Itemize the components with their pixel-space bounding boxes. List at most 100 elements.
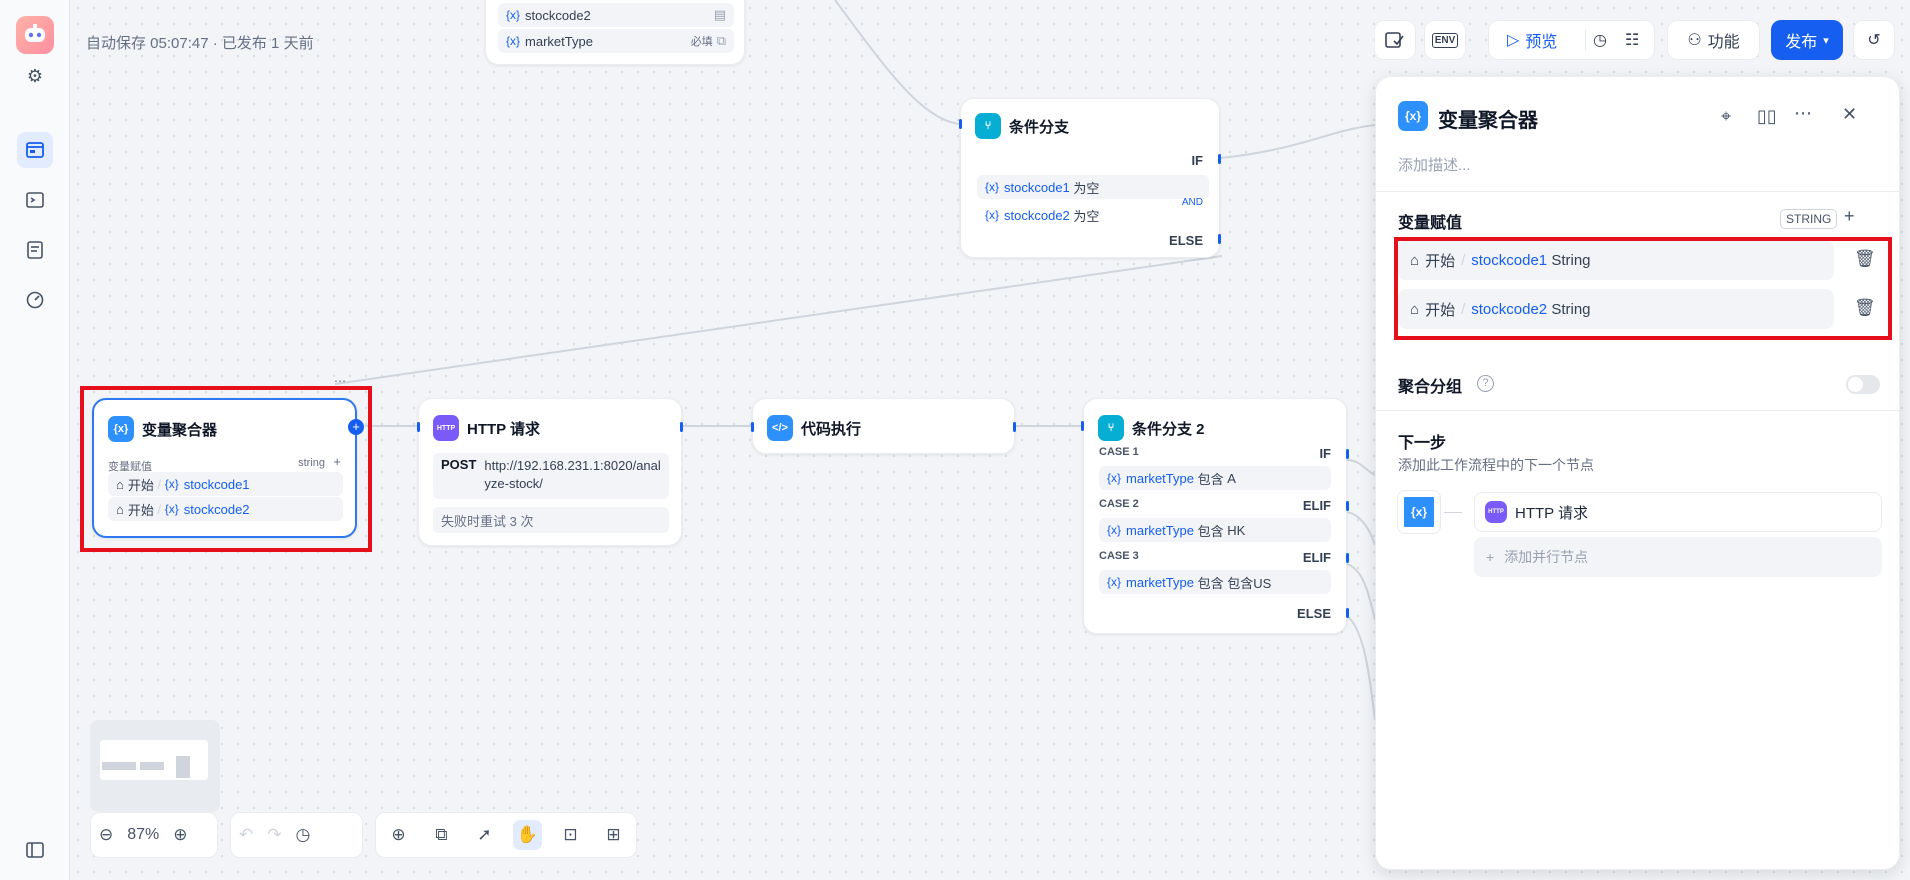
- start-var-row: {x} marketType 必填 ⧉: [498, 29, 734, 53]
- case-port[interactable]: [1346, 501, 1349, 511]
- cond-value: A: [1227, 470, 1236, 486]
- autosave-status: 自动保存 05:07:47 · 已发布 1 天前: [86, 35, 314, 52]
- if-port[interactable]: [1218, 154, 1221, 164]
- help-icon[interactable]: ?: [1477, 375, 1494, 392]
- organize-icon[interactable]: ⊞: [599, 820, 628, 850]
- publish-label: 发布: [1785, 34, 1818, 51]
- checklist-button[interactable]: [1374, 20, 1416, 60]
- zoom-in-icon[interactable]: ⊕: [173, 825, 187, 845]
- chevron-down-icon: ▾: [1823, 34, 1829, 47]
- input-port[interactable]: [1081, 421, 1084, 431]
- variable-icon: {x}: [1107, 523, 1122, 537]
- next-node-item[interactable]: HTTP HTTP 请求: [1474, 492, 1882, 532]
- else-label: ELSE: [1297, 606, 1331, 621]
- condition-cases: CASE 1 IF {x} marketType 包含 A CASE 2 ELIF {x} m…: [1081, 398, 1349, 634]
- variable-icon: {x}: [985, 180, 1000, 194]
- preview-group: ▷ 预览 ◷ ☷: [1488, 20, 1655, 60]
- description-input[interactable]: 添加描述...: [1398, 154, 1471, 175]
- add-variable-icon[interactable]: +: [1844, 206, 1855, 227]
- cond-op: 包含: [1197, 523, 1224, 539]
- checklist-icon[interactable]: ☷: [1625, 30, 1639, 50]
- case-header: CASE 1 IF: [1099, 446, 1331, 461]
- next-step-desc: 添加此工作流程中的下一个节点: [1398, 457, 1594, 473]
- group-section-title: 聚合分组: [1398, 379, 1463, 396]
- env-button[interactable]: ENV: [1424, 20, 1466, 60]
- publish-button[interactable]: 发布 ▾: [1771, 20, 1843, 60]
- variable-aggregator-icon: {x}: [1398, 101, 1428, 131]
- pointer-icon[interactable]: ➚: [470, 820, 499, 850]
- close-icon[interactable]: ✕: [1842, 104, 1857, 125]
- hand-icon[interactable]: ✋: [513, 820, 542, 850]
- zoom-controls: ⊖ 87% ⊕: [90, 812, 218, 858]
- plus-icon: +: [1486, 549, 1495, 565]
- help-doc-icon[interactable]: ▯▯: [1757, 106, 1777, 127]
- http-icon: HTTP: [433, 415, 459, 441]
- case-header: CASE 3 ELIF: [1099, 550, 1331, 565]
- change-history-icon[interactable]: ◷: [296, 825, 311, 845]
- input-port[interactable]: [751, 422, 754, 432]
- run-history-icon[interactable]: ◷: [1593, 30, 1607, 50]
- minimap[interactable]: [90, 720, 220, 812]
- cond-var: marketType: [1126, 470, 1194, 486]
- variable-icon: {x}: [1107, 471, 1122, 485]
- group-toggle[interactable]: [1846, 375, 1880, 394]
- next-step-title: 下一步: [1398, 435, 1447, 452]
- input-port[interactable]: [959, 119, 962, 129]
- add-parallel-node-button[interactable]: + 添加并行节点: [1474, 537, 1882, 577]
- preview-button[interactable]: ▷ 预览: [1507, 28, 1557, 52]
- else-port[interactable]: [1346, 608, 1349, 618]
- node-config-panel: {x} 变量聚合器 ⌖ ▯▯ ⋯ ✕ 添加描述... 变量赋值 STRING +…: [1375, 76, 1900, 870]
- add-parallel-label: 添加并行节点: [1504, 549, 1589, 565]
- case-port[interactable]: [1346, 553, 1349, 563]
- start-var-row: {x} stockcode2 ▤: [498, 3, 734, 27]
- http-endpoint: POST http://192.168.231.1:8020/analyze-s…: [433, 453, 669, 499]
- undo-icon[interactable]: ↶: [239, 825, 253, 845]
- cond-var: marketType: [1126, 522, 1194, 538]
- code-node[interactable]: </> 代码执行: [751, 398, 1016, 454]
- zoom-level[interactable]: 87%: [127, 826, 159, 844]
- features-button[interactable]: ⚇ 功能: [1667, 20, 1760, 60]
- output-port[interactable]: [680, 422, 683, 432]
- locate-icon[interactable]: ⌖: [1721, 106, 1731, 127]
- preview-label: 预览: [1525, 34, 1558, 51]
- cond-var: stockcode1: [1004, 179, 1070, 195]
- http-url: http://192.168.231.1:8020/analyze-stock/: [484, 458, 661, 491]
- text-type-icon: ▤: [713, 7, 726, 22]
- redo-icon[interactable]: ↷: [267, 825, 281, 845]
- zoom-out-icon[interactable]: ⊖: [99, 825, 113, 845]
- features-icon: ⚇: [1687, 32, 1702, 49]
- http-node[interactable]: HTTP HTTP 请求 POST http://192.168.231.1:8…: [417, 398, 683, 546]
- condition-node-1[interactable]: ⑂ 条件分支 IF {x} stockcode1 为空 AND {x} stoc…: [959, 98, 1221, 258]
- add-note-icon[interactable]: ⧉: [427, 820, 456, 850]
- case-keyword: ELIF: [1302, 498, 1331, 513]
- more-handle-icon[interactable]: ⋯: [334, 374, 348, 388]
- variable-icon: {x}: [506, 34, 521, 48]
- case-port[interactable]: [1346, 449, 1349, 459]
- input-port[interactable]: [417, 422, 420, 432]
- cond-value: HK: [1227, 522, 1246, 538]
- history-controls: ↶ ↷ ◷: [230, 812, 363, 858]
- next-node-label: HTTP 请求: [1515, 504, 1589, 522]
- panel-title[interactable]: 变量聚合器: [1438, 104, 1538, 133]
- export-image-icon[interactable]: ⊡: [556, 820, 585, 850]
- else-port[interactable]: [1218, 234, 1221, 244]
- cond-op: 为空: [1073, 208, 1100, 224]
- start-node[interactable]: {x} stockcode2 ▤ {x} marketType 必填 ⧉: [485, 0, 745, 65]
- case-header: CASE 2 ELIF: [1099, 498, 1331, 513]
- version-history-button[interactable]: ↺: [1853, 20, 1895, 60]
- output-port[interactable]: [1013, 422, 1016, 432]
- more-icon[interactable]: ⋯: [1794, 103, 1812, 124]
- cond-op: 包含: [1197, 471, 1224, 487]
- add-node-icon[interactable]: ⊕: [384, 820, 413, 850]
- node-title: 代码执行: [801, 420, 862, 438]
- assign-section-title: 变量赋值: [1398, 215, 1463, 232]
- case-label: CASE 1: [1099, 446, 1139, 458]
- if-label: IF: [1191, 153, 1203, 168]
- highlight-box-aggregator: [80, 386, 372, 552]
- variable-icon: {x}: [1107, 575, 1122, 589]
- case-keyword: IF: [1319, 446, 1331, 461]
- variable-icon: {x}: [985, 208, 1000, 222]
- cond-var: marketType: [1126, 574, 1194, 590]
- node-title: 条件分支: [1009, 118, 1070, 136]
- code-icon: </>: [767, 415, 793, 441]
